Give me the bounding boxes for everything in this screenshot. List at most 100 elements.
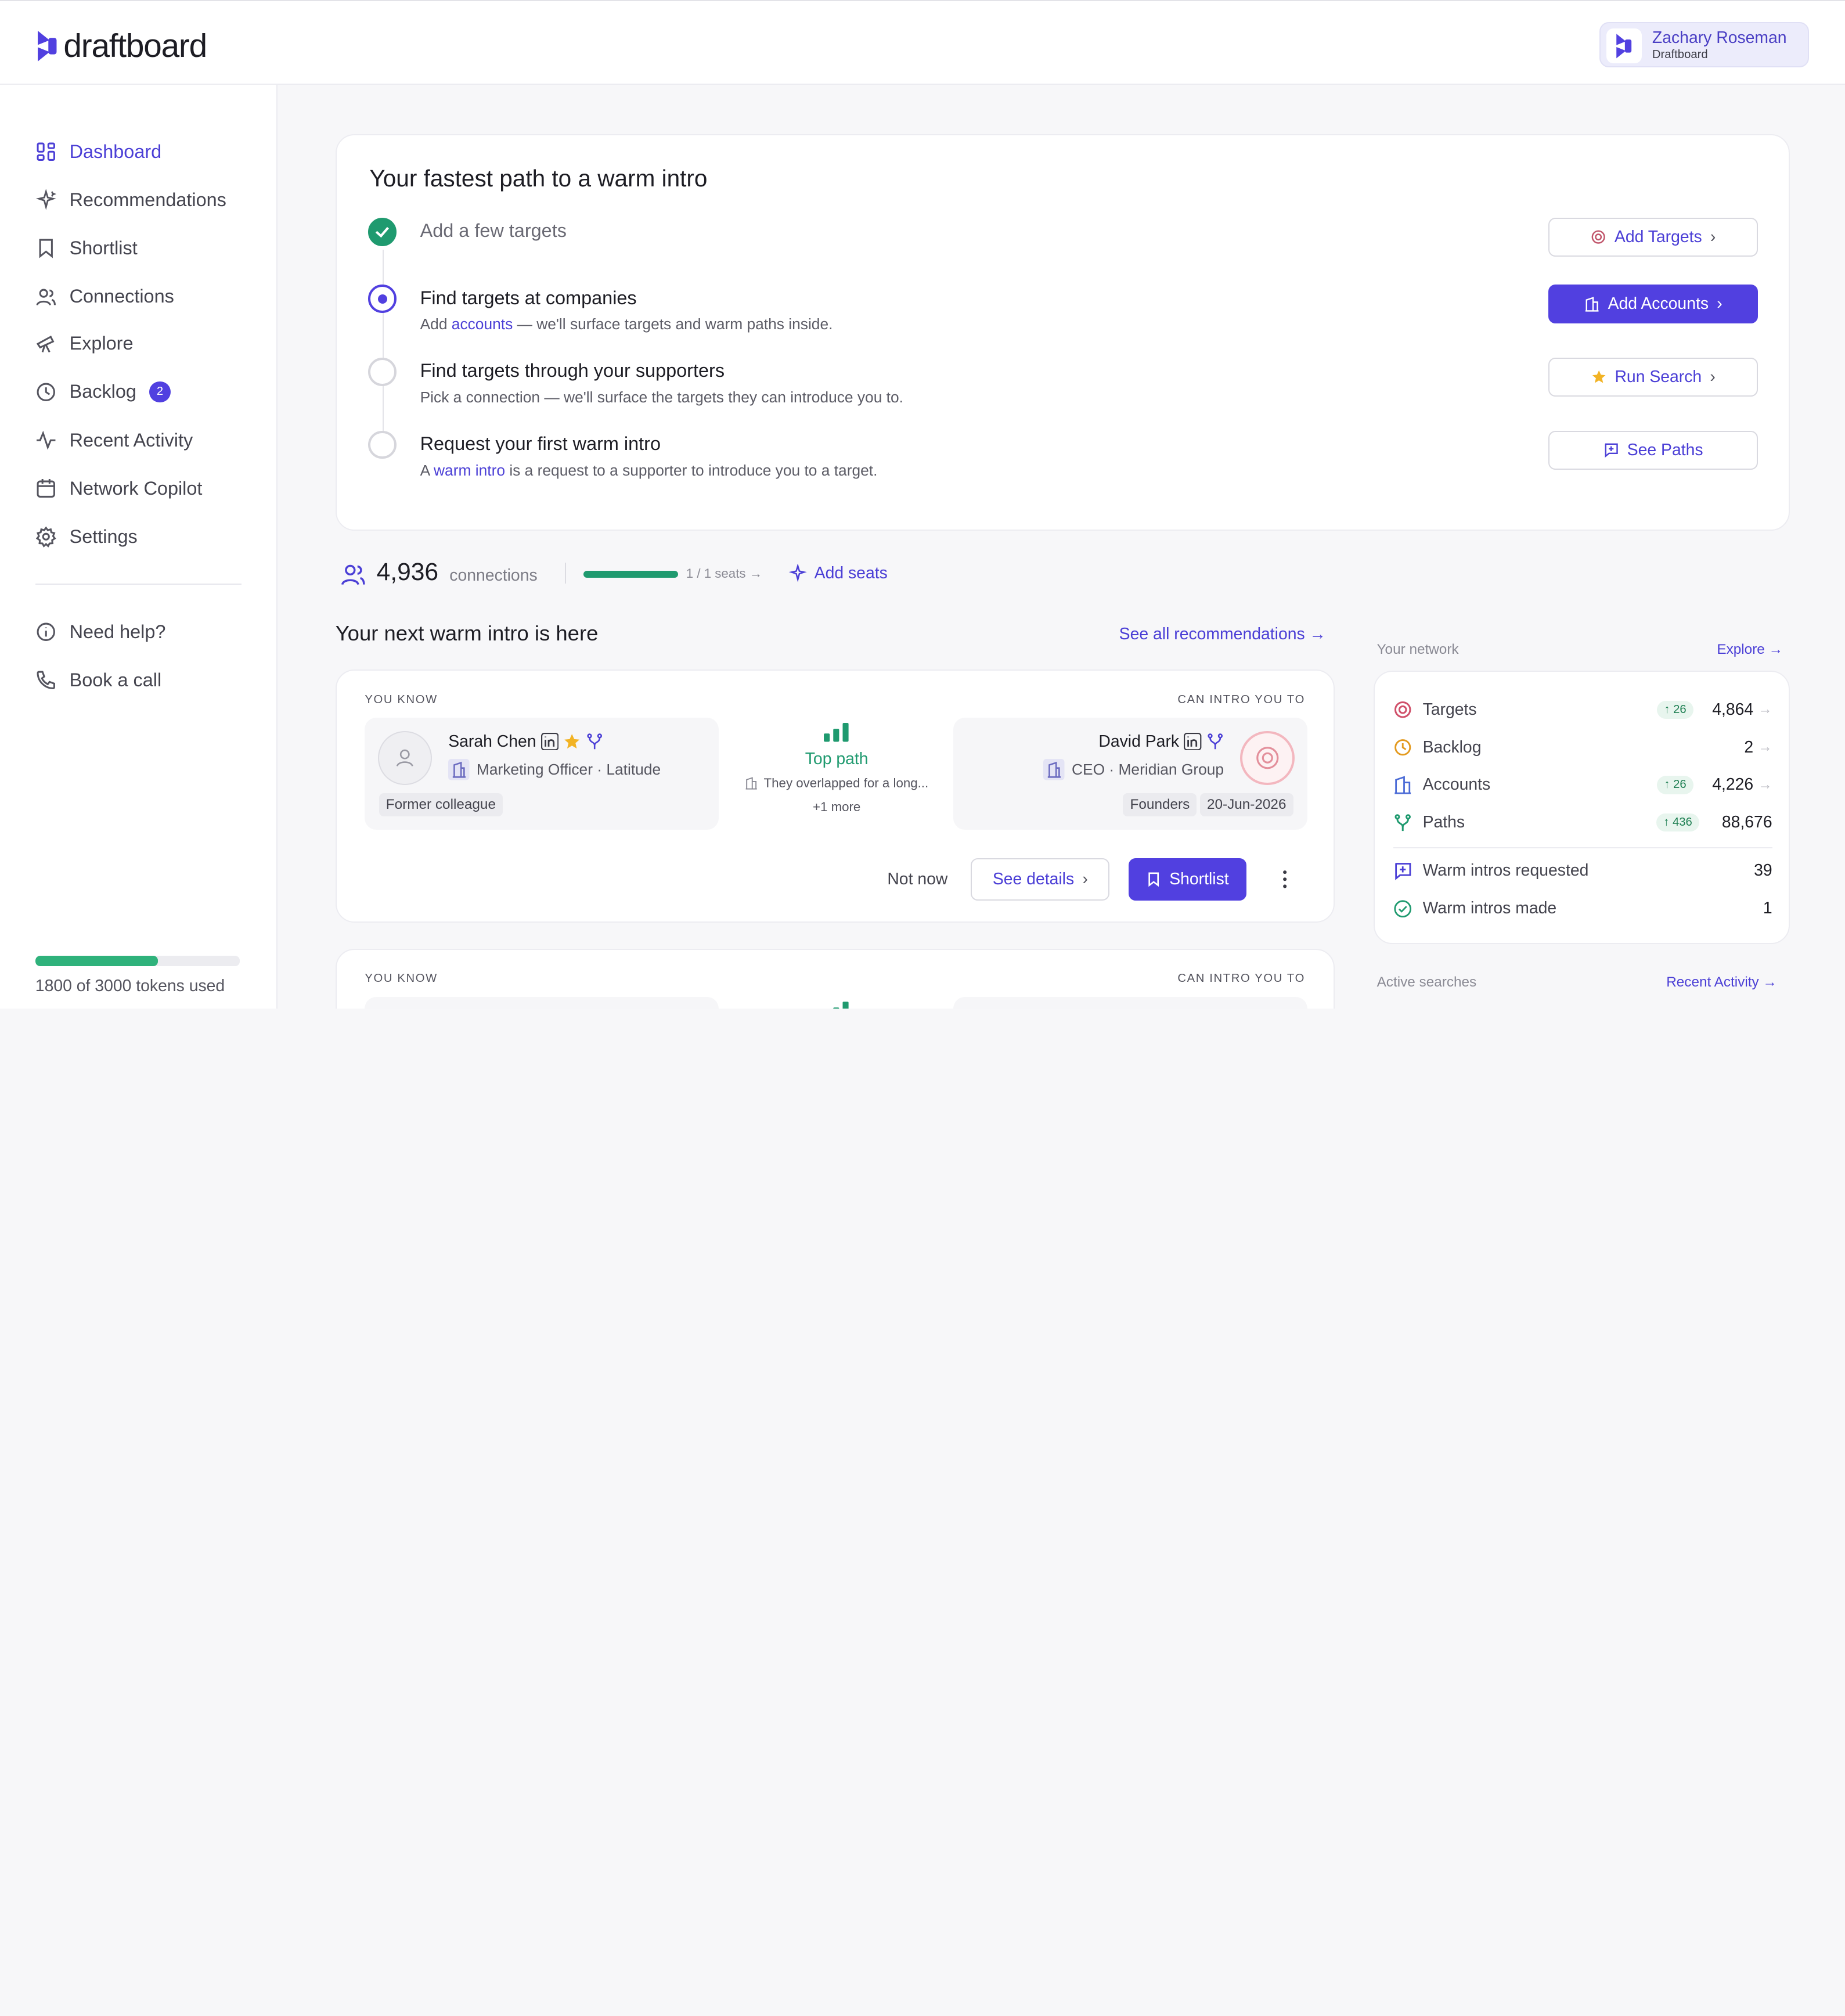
sidebar-item-recommendations[interactable]: Recommendations	[35, 186, 226, 214]
add-seats-button[interactable]: Add seats	[788, 564, 888, 583]
network-stat-made: Warm intros made 1	[1393, 896, 1772, 922]
activity-icon	[36, 430, 56, 450]
linkedin-icon[interactable]	[1184, 733, 1202, 751]
avatar	[377, 730, 432, 785]
add-targets-button[interactable]: Add Targets ›	[1548, 217, 1758, 257]
add-seats-label: Add seats	[814, 563, 888, 582]
network-row-value: 2	[1744, 737, 1754, 757]
clock-icon	[37, 383, 55, 401]
recommendation-card: YOU KNOW CAN INTRO YOU TO	[335, 948, 1335, 1009]
dashboard-icon	[37, 142, 55, 161]
delta-badge: ↑ 26	[1657, 776, 1693, 794]
section-title: Your next warm intro is here	[335, 621, 599, 646]
network-row-backlog[interactable]: Backlog 2 →	[1393, 735, 1772, 761]
linkedin-icon[interactable]	[540, 733, 559, 751]
sidebar-item-dashboard[interactable]: Dashboard	[35, 138, 161, 166]
button-label: Add Targets	[1614, 227, 1702, 246]
step-desc-text: — we'll surface targets and warm paths i…	[513, 315, 833, 333]
steps-connector	[382, 249, 384, 447]
top-bar: draftboard Zachary Roseman Draftboard	[0, 0, 1845, 85]
target-icon	[1591, 230, 1606, 244]
bookmark-icon	[39, 239, 53, 259]
step-done-indicator	[368, 217, 397, 246]
check-circle-icon	[1394, 899, 1411, 917]
warm-intro-link[interactable]: warm intro	[434, 462, 505, 479]
building-icon	[448, 759, 470, 780]
recommendation-card: YOU KNOW CAN INTRO YOU TO Sarah Chen Mar…	[335, 669, 1335, 923]
can-intro-label: CAN INTRO YOU TO	[1177, 693, 1305, 706]
see-details-button[interactable]: See details ›	[971, 858, 1110, 901]
seats-text[interactable]: 1 / 1 seats →	[686, 566, 762, 581]
signal-bars-icon	[833, 1001, 849, 1009]
target-icon	[1256, 747, 1279, 769]
more-options-icon[interactable]	[1278, 867, 1292, 891]
shortlist-button[interactable]: Shortlist	[1128, 858, 1246, 901]
explore-link[interactable]: Explore →	[1717, 642, 1783, 658]
network-row-value: 88,676	[1721, 813, 1772, 832]
tokens-progress	[35, 955, 240, 967]
sidebar-item-network-copilot[interactable]: Network Copilot	[35, 474, 202, 503]
sidebar-item-shortlist[interactable]: Shortlist	[35, 234, 138, 262]
button-label: Add Accounts	[1608, 294, 1709, 314]
network-row-label: Paths	[1422, 813, 1465, 832]
draftboard-logo-icon	[1616, 33, 1632, 59]
network-row-targets[interactable]: Targets ↑ 26 4,864 →	[1393, 697, 1772, 723]
sidebar-item-book-call[interactable]: Book a call	[35, 666, 161, 694]
run-search-button[interactable]: Run Search ›	[1548, 358, 1758, 397]
network-row-accounts[interactable]: Accounts ↑ 26 4,226 →	[1393, 772, 1772, 798]
chevron-right-icon: ›	[1717, 294, 1723, 314]
step-desc-text: is a request to a supporter to introduce…	[505, 461, 878, 479]
sidebar-item-recent-activity[interactable]: Recent Activity	[35, 426, 193, 455]
network-row-value: 4,226	[1712, 775, 1754, 794]
target-card[interactable]: David Park CEO · Meridian Group Founders…	[953, 718, 1307, 830]
top-path-summary[interactable]: Top path They overlapped for a long... +…	[725, 718, 949, 814]
recent-activity-link[interactable]: Recent Activity →	[1666, 974, 1777, 991]
accounts-link[interactable]: accounts	[452, 315, 513, 333]
target-card[interactable]	[953, 996, 1307, 1009]
sidebar-item-settings[interactable]: Settings	[35, 523, 138, 551]
path-more: +1 more	[812, 799, 861, 814]
supporter-name: Sarah Chen	[448, 732, 603, 751]
user-menu[interactable]: Zachary Roseman Draftboard	[1599, 22, 1809, 67]
network-label: Your network	[1376, 641, 1459, 657]
target-role: CEO · Meridian Group	[1043, 759, 1224, 780]
sidebar-item-explore[interactable]: Explore	[35, 330, 134, 358]
path-desc-text: They overlapped for a long...	[763, 776, 929, 791]
building-icon	[1394, 776, 1411, 794]
supporter-card[interactable]: Sarah Chen Marketing Officer · Latitude …	[365, 718, 719, 830]
sidebar-item-connections[interactable]: Connections	[35, 282, 174, 311]
draftboard-logo-icon	[37, 30, 57, 62]
sidebar-item-label: Connections	[69, 286, 174, 307]
clock-icon	[1394, 739, 1411, 756]
you-know-label: YOU KNOW	[365, 693, 438, 706]
sidebar-item-label: Backlog	[69, 381, 136, 402]
logo[interactable]: draftboard	[35, 27, 207, 65]
sidebar-item-label: Recent Activity	[69, 429, 193, 451]
network-row-value: 4,864	[1712, 700, 1754, 719]
delta-value: 26	[1673, 703, 1687, 716]
add-accounts-button[interactable]: Add Accounts ›	[1548, 285, 1758, 324]
connections-label: connections	[449, 566, 538, 585]
avatar	[1606, 28, 1642, 64]
sidebar-item-need-help[interactable]: Need help?	[35, 618, 165, 646]
network-row-label: Targets	[1422, 700, 1477, 719]
not-now-button[interactable]: Not now	[887, 870, 947, 889]
network-row-paths[interactable]: Paths ↑ 436 88,676	[1393, 810, 1772, 836]
fork-icon	[587, 733, 602, 750]
bookmark-icon	[1148, 872, 1159, 887]
logo-text: draftboard	[63, 27, 207, 64]
person-name: David Park	[1098, 732, 1180, 751]
backlog-badge: 2	[149, 381, 171, 403]
see-all-recommendations-link[interactable]: See all recommendations →	[1119, 625, 1326, 644]
user-org: Draftboard	[1652, 48, 1708, 62]
step-todo-indicator	[368, 430, 397, 459]
supporter-card[interactable]	[365, 996, 719, 1009]
sidebar-item-backlog[interactable]: Backlog 2	[35, 378, 171, 406]
see-paths-button[interactable]: See Paths	[1548, 430, 1758, 470]
button-label: See details	[992, 869, 1075, 888]
button-label: Shortlist	[1169, 869, 1229, 888]
network-row-label: Backlog	[1422, 737, 1482, 757]
users-icon	[341, 564, 365, 585]
network-stat-requested: Warm intros requested 39	[1393, 858, 1772, 884]
supporter-role: Marketing Officer · Latitude	[448, 759, 661, 780]
